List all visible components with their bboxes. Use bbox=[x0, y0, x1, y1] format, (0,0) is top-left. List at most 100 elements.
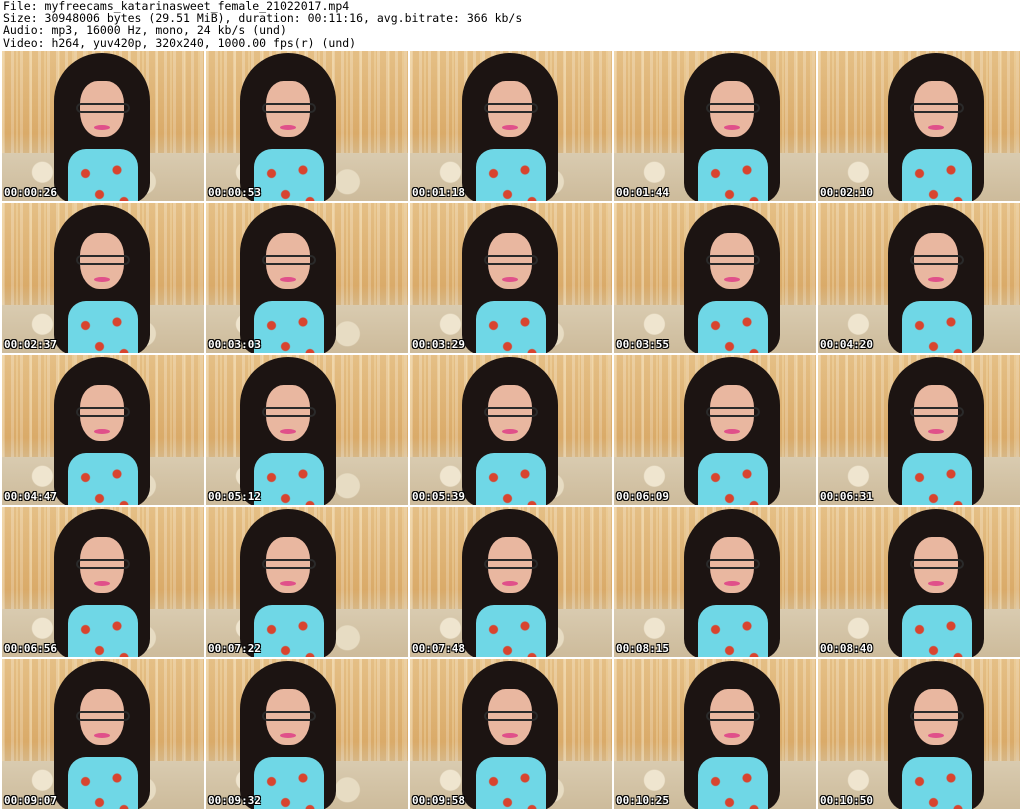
person-dress bbox=[902, 605, 972, 657]
video-thumbnail: 00:07:48 bbox=[410, 507, 612, 657]
person-lips bbox=[94, 429, 110, 434]
glasses-icon bbox=[484, 711, 538, 721]
person-dress bbox=[68, 149, 138, 201]
person-lips bbox=[724, 429, 740, 434]
person-dress bbox=[476, 757, 546, 809]
person-lips bbox=[724, 277, 740, 282]
video-thumbnail: 00:01:44 bbox=[614, 51, 816, 201]
glasses-icon bbox=[910, 255, 964, 265]
glasses-icon bbox=[706, 407, 760, 417]
video-thumbnail: 00:10:25 bbox=[614, 659, 816, 809]
video-thumbnail: 00:02:10 bbox=[818, 51, 1020, 201]
thumbnail-timestamp: 00:05:12 bbox=[208, 490, 261, 503]
person-lips bbox=[280, 581, 296, 586]
glasses-icon bbox=[262, 407, 316, 417]
person-dress bbox=[254, 605, 324, 657]
person-lips bbox=[502, 277, 518, 282]
person-lips bbox=[724, 733, 740, 738]
glasses-icon bbox=[910, 711, 964, 721]
thumbnail-timestamp: 00:07:22 bbox=[208, 642, 261, 655]
thumbnail-timestamp: 00:09:58 bbox=[412, 794, 465, 807]
thumbnail-timestamp: 00:03:55 bbox=[616, 338, 669, 351]
person-dress bbox=[254, 301, 324, 353]
glasses-icon bbox=[262, 103, 316, 113]
video-thumbnail: 00:05:12 bbox=[206, 355, 408, 505]
glasses-icon bbox=[706, 711, 760, 721]
video-thumbnail: 00:03:55 bbox=[614, 203, 816, 353]
person-lips bbox=[94, 277, 110, 282]
video-thumbnail: 00:10:50 bbox=[818, 659, 1020, 809]
glasses-icon bbox=[484, 407, 538, 417]
person-lips bbox=[502, 125, 518, 130]
video-thumbnail: 00:04:20 bbox=[818, 203, 1020, 353]
person-lips bbox=[94, 733, 110, 738]
person-dress bbox=[68, 605, 138, 657]
glasses-icon bbox=[910, 407, 964, 417]
person-lips bbox=[928, 429, 944, 434]
thumbnail-timestamp: 00:00:53 bbox=[208, 186, 261, 199]
video-thumbnail: 00:09:32 bbox=[206, 659, 408, 809]
person-lips bbox=[928, 733, 944, 738]
person-lips bbox=[724, 125, 740, 130]
thumbnail-timestamp: 00:09:32 bbox=[208, 794, 261, 807]
person-dress bbox=[476, 149, 546, 201]
glasses-icon bbox=[706, 255, 760, 265]
thumbnail-timestamp: 00:06:56 bbox=[4, 642, 57, 655]
thumbnail-timestamp: 00:08:40 bbox=[820, 642, 873, 655]
thumbnail-timestamp: 00:02:37 bbox=[4, 338, 57, 351]
person-dress bbox=[902, 301, 972, 353]
video-thumbnail: 00:01:18 bbox=[410, 51, 612, 201]
person-lips bbox=[928, 581, 944, 586]
thumbnail-timestamp: 00:08:15 bbox=[616, 642, 669, 655]
video-thumbnail: 00:06:31 bbox=[818, 355, 1020, 505]
glasses-icon bbox=[910, 559, 964, 569]
thumbnail-timestamp: 00:03:03 bbox=[208, 338, 261, 351]
person-dress bbox=[476, 453, 546, 505]
person-dress bbox=[68, 453, 138, 505]
video-info-line: Video: h264, yuv420p, 320x240, 1000.00 f… bbox=[3, 35, 357, 50]
person-dress bbox=[902, 149, 972, 201]
thumbnail-timestamp: 00:06:09 bbox=[616, 490, 669, 503]
person-dress bbox=[698, 453, 768, 505]
person-dress bbox=[902, 757, 972, 809]
person-dress bbox=[476, 301, 546, 353]
video-thumbnail: 00:05:39 bbox=[410, 355, 612, 505]
video-thumbnail: 00:04:47 bbox=[2, 355, 204, 505]
glasses-icon bbox=[76, 559, 130, 569]
person-dress bbox=[254, 453, 324, 505]
glasses-icon bbox=[76, 103, 130, 113]
video-thumbnail: 00:00:26 bbox=[2, 51, 204, 201]
glasses-icon bbox=[484, 559, 538, 569]
person-dress bbox=[254, 757, 324, 809]
glasses-icon bbox=[76, 711, 130, 721]
glasses-icon bbox=[706, 103, 760, 113]
video-thumbnail: 00:02:37 bbox=[2, 203, 204, 353]
video-thumbnail: 00:03:03 bbox=[206, 203, 408, 353]
person-dress bbox=[254, 149, 324, 201]
video-thumbnail: 00:08:15 bbox=[614, 507, 816, 657]
video-thumbnail: 00:00:53 bbox=[206, 51, 408, 201]
video-thumbnail: 00:09:58 bbox=[410, 659, 612, 809]
person-lips bbox=[502, 581, 518, 586]
person-lips bbox=[280, 277, 296, 282]
thumbnail-timestamp: 00:04:47 bbox=[4, 490, 57, 503]
glasses-icon bbox=[484, 255, 538, 265]
person-lips bbox=[94, 125, 110, 130]
thumbnail-timestamp: 00:00:26 bbox=[4, 186, 57, 199]
video-thumbnail: 00:07:22 bbox=[206, 507, 408, 657]
thumbnail-timestamp: 00:07:48 bbox=[412, 642, 465, 655]
thumbnail-grid: 00:00:26 00:00:53 00:01:18 00:01:44 00:02:10… bbox=[2, 51, 1020, 809]
glasses-icon bbox=[262, 559, 316, 569]
thumbnail-timestamp: 00:05:39 bbox=[412, 490, 465, 503]
person-lips bbox=[280, 429, 296, 434]
glasses-icon bbox=[76, 255, 130, 265]
thumbnail-timestamp: 00:09:07 bbox=[4, 794, 57, 807]
person-dress bbox=[698, 757, 768, 809]
video-thumbnail: 00:03:29 bbox=[410, 203, 612, 353]
thumbnail-timestamp: 00:03:29 bbox=[412, 338, 465, 351]
glasses-icon bbox=[262, 711, 316, 721]
person-lips bbox=[724, 581, 740, 586]
thumbnail-timestamp: 00:10:25 bbox=[616, 794, 669, 807]
person-lips bbox=[94, 581, 110, 586]
thumbnail-timestamp: 00:02:10 bbox=[820, 186, 873, 199]
